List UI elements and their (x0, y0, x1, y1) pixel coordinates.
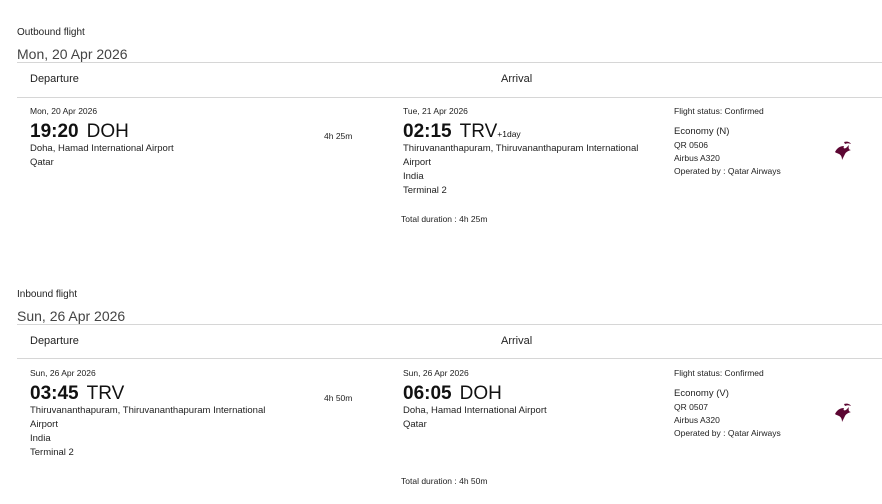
total-duration: Total duration : 4h 50m (401, 476, 488, 486)
departure-airport-line: Qatar (30, 157, 54, 168)
arrival-time: 06:05 (403, 383, 452, 404)
departure-airport-code: TRV (86, 383, 125, 404)
qatar-airways-logo-icon (835, 141, 851, 160)
departure-date: Sun, 26 Apr 2026 (30, 368, 96, 378)
flight-status: Flight status: Confirmed (674, 368, 764, 378)
arrival-airport-line: Airport (403, 157, 431, 168)
outbound-section-date: Mon, 20 Apr 2026 (17, 46, 128, 62)
flight-duration: 4h 25m (324, 131, 353, 141)
flight-number: QR 0506 (674, 140, 709, 150)
day-offset: +1day (497, 129, 521, 139)
arrival-header: Arrival (501, 335, 533, 347)
departure-time: 19:20 (30, 121, 79, 142)
qatar-airways-logo-icon (835, 403, 851, 422)
departure-airport-line: Airport (30, 419, 58, 430)
inbound-section-date: Sun, 26 Apr 2026 (17, 308, 126, 324)
outbound-section-label: Outbound flight (17, 27, 85, 38)
arrival-header: Arrival (501, 73, 533, 85)
arrival-airport-line: India (403, 171, 424, 182)
arrival-airport-line: Terminal 2 (403, 185, 447, 196)
divider (17, 97, 882, 98)
arrival-airport-line: Thiruvananthapuram, Thiruvananthapuram I… (403, 143, 639, 154)
departure-airport-line: India (30, 433, 51, 444)
departure-airport-line: Doha, Hamad International Airport (30, 143, 174, 154)
flight-status: Flight status: Confirmed (674, 106, 764, 116)
cabin-class: Economy (V) (674, 388, 729, 399)
departure-header: Departure (30, 73, 79, 85)
departure-airport-line: Thiruvananthapuram, Thiruvananthapuram I… (30, 405, 266, 416)
cabin-class: Economy (N) (674, 126, 730, 137)
divider (17, 358, 882, 359)
flight-number: QR 0507 (674, 402, 709, 412)
departure-airport-details: Doha, Hamad International Airport Qatar (30, 142, 174, 170)
arrival-airport-line: Qatar (403, 419, 427, 430)
arrival-airport-details: Thiruvananthapuram, Thiruvananthapuram I… (403, 142, 638, 198)
arrival-airport-line: Doha, Hamad International Airport (403, 405, 547, 416)
departure-date: Mon, 20 Apr 2026 (30, 106, 98, 116)
arrival-time-line: 06:05 DOH (403, 383, 502, 405)
departure-header: Departure (30, 335, 79, 347)
arrival-date: Tue, 21 Apr 2026 (403, 106, 468, 116)
divider (17, 324, 882, 325)
departure-airport-details: Thiruvananthapuram, Thiruvananthapuram I… (30, 404, 265, 460)
aircraft-type: Airbus A320 (674, 415, 720, 425)
arrival-date: Sun, 26 Apr 2026 (403, 368, 469, 378)
operated-by: Operated by : Qatar Airways (674, 166, 781, 176)
departure-airport-code: DOH (86, 121, 129, 142)
flight-info: QR 0506 Airbus A320 Operated by : Qatar … (674, 139, 781, 178)
divider (17, 62, 882, 63)
departure-time-line: 19:20 DOH (30, 121, 129, 143)
departure-time: 03:45 (30, 383, 79, 404)
departure-time-line: 03:45 TRV (30, 383, 124, 405)
arrival-airport-code: TRV (459, 121, 498, 142)
operated-by: Operated by : Qatar Airways (674, 428, 781, 438)
arrival-airport-code: DOH (459, 383, 502, 404)
flight-duration: 4h 50m (324, 393, 353, 403)
total-duration: Total duration : 4h 25m (401, 214, 488, 224)
aircraft-type: Airbus A320 (674, 153, 720, 163)
departure-airport-line: Terminal 2 (30, 447, 74, 458)
flight-info: QR 0507 Airbus A320 Operated by : Qatar … (674, 401, 781, 440)
arrival-airport-details: Doha, Hamad International Airport Qatar (403, 404, 547, 432)
inbound-section-label: Inbound flight (17, 289, 78, 300)
arrival-time-line: 02:15 TRV+1day (403, 121, 521, 143)
arrival-time: 02:15 (403, 121, 452, 142)
